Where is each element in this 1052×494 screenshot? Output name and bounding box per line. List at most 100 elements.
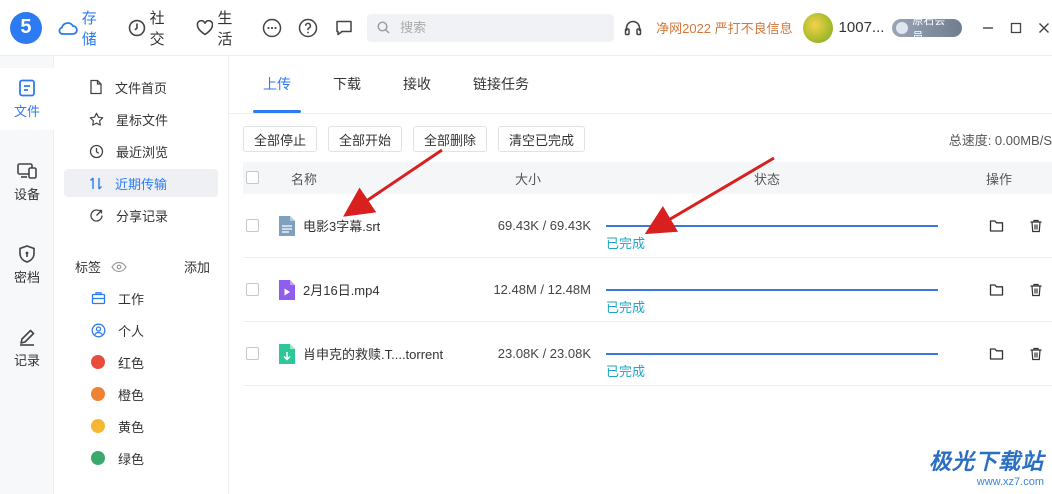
torrent-file-icon [279,343,295,364]
select-all-checkbox[interactable] [246,171,259,184]
rail-item-files[interactable]: 文件 [0,68,54,130]
tab-download[interactable]: 下载 [319,55,375,113]
headset-button[interactable] [622,17,644,39]
green-dot-icon [91,451,105,465]
help-icon [298,18,318,37]
tab-receive[interactable]: 接收 [389,55,445,113]
side-item-starred-label: 星标文件 [116,112,169,128]
close-icon [1039,22,1050,33]
row-checkbox[interactable] [246,283,259,296]
tag-item-red[interactable]: 红色 [54,346,228,378]
tag-item-work[interactable]: 工作 [54,282,228,314]
side-item-recent[interactable]: 最近浏览 [64,137,218,165]
rail-item-notes[interactable]: 记录 [0,317,54,379]
pen-icon [20,329,35,346]
nav-life-label: 生活 [217,9,233,48]
app-logo[interactable]: 5 [10,11,42,44]
status-label: 已完成 [606,300,646,315]
history-icon [89,144,104,158]
nav-social[interactable]: 社交 [128,7,180,49]
tag-item-yellow[interactable]: 黄色 [54,410,228,442]
header-size: 大小 [515,171,542,187]
row-checkbox[interactable] [246,347,259,360]
delete-all-button[interactable]: 全部删除 [413,126,488,152]
username[interactable]: 1007... [839,19,885,36]
eye-icon[interactable] [111,261,127,273]
minimize-button[interactable] [980,20,996,36]
transfer-toolbar: 全部停止 全部开始 全部删除 清空已完成 总速度: 0.00MB/S [229,114,1052,152]
tag-item-orange-label: 橙色 [118,387,145,403]
delete-icon[interactable] [1029,219,1043,233]
progress-bar [606,289,938,291]
side-item-shares[interactable]: 分享记录 [64,201,218,229]
table-row[interactable]: 肖申克的救赎.T....torrent 23.08K / 23.08K 已完成 [243,322,1052,386]
start-all-button[interactable]: 全部开始 [328,126,403,152]
maximize-button[interactable] [1008,20,1024,36]
member-badge[interactable]: 原石会员 [892,15,963,43]
heart-icon [196,19,213,35]
open-folder-icon[interactable] [989,219,1004,233]
delete-icon[interactable] [1029,283,1043,297]
rail-item-devices[interactable]: 设备 [0,151,54,213]
table-row[interactable]: 2月16日.mp4 12.48M / 12.48M 已完成 [243,258,1052,322]
file-icon [19,79,35,97]
maximize-icon [1010,22,1022,33]
avatar[interactable] [802,12,833,43]
file-name: 2月16日.mp4 [303,283,380,298]
headset-icon [624,20,642,35]
side-item-home-label: 文件首页 [115,80,168,96]
table-row[interactable]: 电影3字幕.srt 69.43K / 69.43K 已完成 [243,194,1052,258]
briefcase-icon [91,292,105,305]
file-size: 69.43K / 69.43K [497,218,591,233]
close-button[interactable] [1036,20,1052,36]
tags-label: 标签 [75,260,102,275]
open-folder-icon[interactable] [989,283,1004,297]
nav-social-label: 社交 [149,9,165,48]
tag-item-personal[interactable]: 个人 [54,314,228,346]
tab-link-tasks[interactable]: 链接任务 [459,55,543,113]
side-item-transfers-label: 近期传输 [115,176,168,192]
more-button[interactable] [261,17,283,39]
shield-icon [19,245,35,263]
progress-bar [606,225,938,227]
tag-item-orange[interactable]: 橙色 [54,378,228,410]
side-item-starred[interactable]: 星标文件 [64,105,218,133]
tab-upload[interactable]: 上传 [249,55,305,113]
add-tag-button[interactable]: 添加 [184,257,210,276]
clear-completed-button[interactable]: 清空已完成 [498,126,586,152]
search-input[interactable] [400,20,601,35]
tag-item-green[interactable]: 绿色 [54,442,228,474]
search-box[interactable] [367,13,615,42]
tag-item-personal-label: 个人 [118,323,145,339]
top-bar: 5 存储 社交 生活 净网2022 严打不良信息 1007... 原石会员 [0,0,1052,56]
more-icon [263,18,282,37]
video-file-icon [279,279,295,300]
help-button[interactable] [297,17,319,39]
tag-item-red-label: 红色 [118,355,145,371]
open-folder-icon[interactable] [989,347,1004,361]
nav-storage[interactable]: 存储 [58,7,112,49]
file-name: 电影3字幕.srt [303,219,381,234]
nav-storage-label: 存储 [81,9,97,48]
document-icon [90,79,102,95]
share-icon [90,208,103,222]
file-size: 12.48M / 12.48M [493,282,591,297]
file-name: 肖申克的救赎.T....torrent [303,347,444,362]
delete-icon[interactable] [1029,347,1043,361]
rail-item-vault[interactable]: 密档 [0,234,54,296]
side-item-home[interactable]: 文件首页 [64,73,218,101]
rail-item-devices-label: 设备 [13,187,40,202]
member-badge-label: 原石会员 [912,14,946,43]
stop-all-button[interactable]: 全部停止 [243,126,318,152]
transfer-icon [90,177,102,189]
nav-life[interactable]: 生活 [196,7,248,49]
rail-item-notes-label: 记录 [13,353,40,368]
side-panel: 文件首页 星标文件 最近浏览 近期传输 分享记录 标签 添加 工作 个人 红色 [54,56,229,494]
row-checkbox[interactable] [246,219,259,232]
tag-item-yellow-label: 黄色 [118,419,145,435]
file-status: 已完成 [606,340,938,380]
transfer-tabs: 上传 下载 接收 链接任务 [229,56,1052,114]
notice-link[interactable]: 净网2022 严打不良信息 [656,18,793,37]
side-item-transfers[interactable]: 近期传输 [64,169,218,197]
message-button[interactable] [333,17,355,39]
